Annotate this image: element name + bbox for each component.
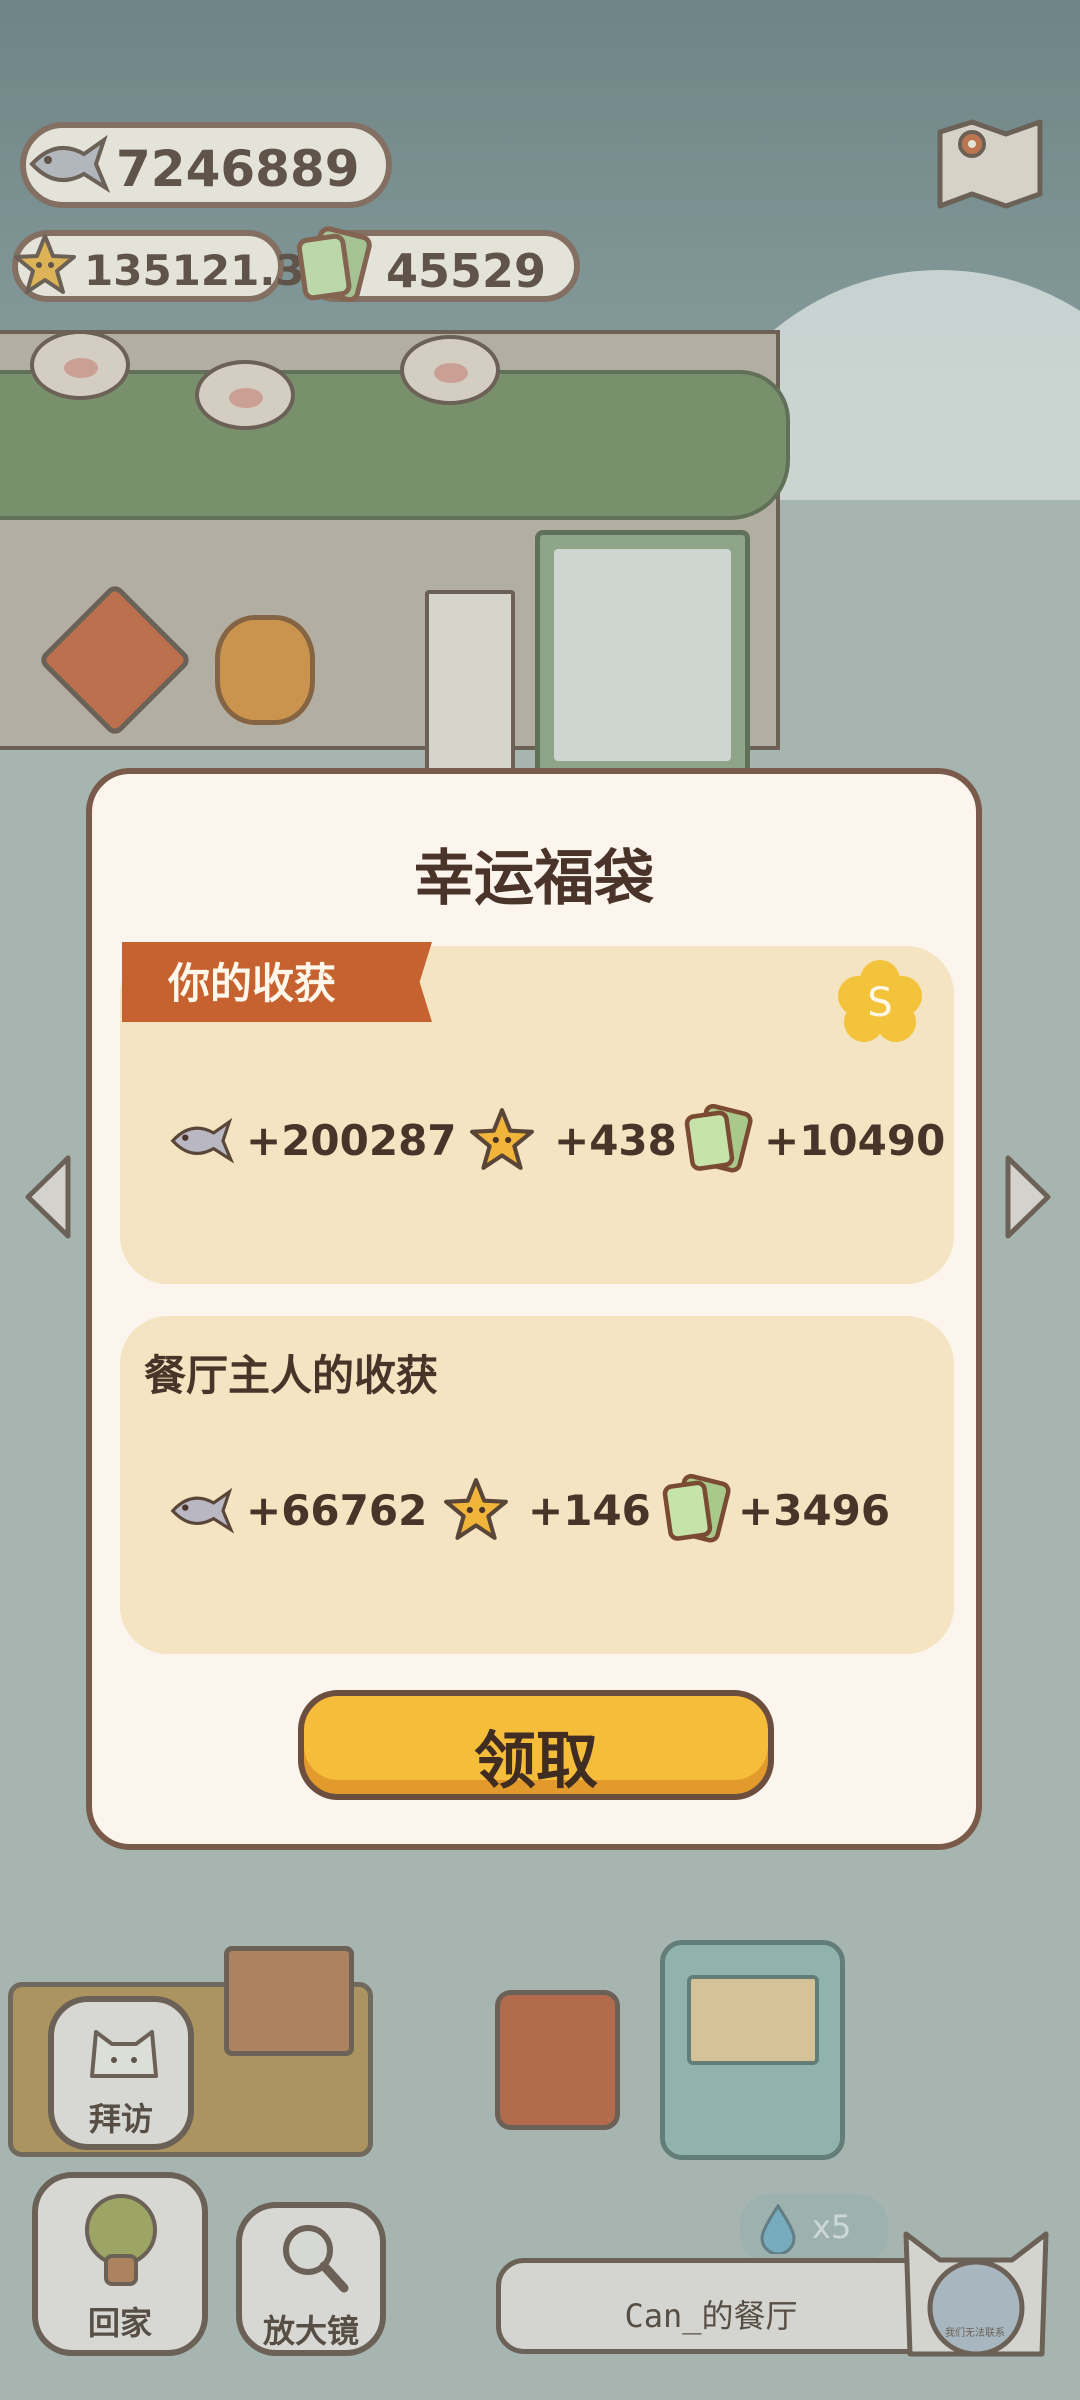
ticket-icon — [684, 1103, 753, 1173]
owner-ticket-reward: +3496 — [738, 1486, 891, 1535]
lucky-bag-dialog: 幸运福袋 你的收获 S +200287 +438 +10490 餐厅主人的收获 — [86, 768, 982, 1850]
owner-fish-reward: +66762 — [246, 1486, 428, 1535]
fish-icon — [170, 1487, 234, 1534]
your-rewards-row: +200287 +438 +10490 — [92, 1094, 988, 1184]
fish-icon — [170, 1117, 234, 1164]
your-harvest-label: 你的收获 — [168, 959, 337, 1008]
your-star-reward: +438 — [554, 1116, 677, 1165]
your-ticket-reward: +10490 — [764, 1116, 946, 1165]
dialog-title: 幸运福袋 — [414, 844, 654, 914]
s-badge-icon: S — [838, 960, 922, 1042]
ticket-icon — [662, 1473, 731, 1543]
your-fish-reward: +200287 — [246, 1116, 457, 1165]
star-icon — [470, 1108, 534, 1170]
star-icon — [444, 1478, 508, 1540]
claim-label: 领取 — [473, 1724, 598, 1797]
owner-harvest-label: 餐厅主人的收获 — [144, 1351, 439, 1400]
owner-rewards-row: +66762 +146 +3496 — [92, 1464, 988, 1554]
owner-star-reward: +146 — [528, 1486, 651, 1535]
svg-text:S: S — [867, 980, 892, 1026]
claim-button[interactable]: 领取 — [298, 1690, 774, 1800]
